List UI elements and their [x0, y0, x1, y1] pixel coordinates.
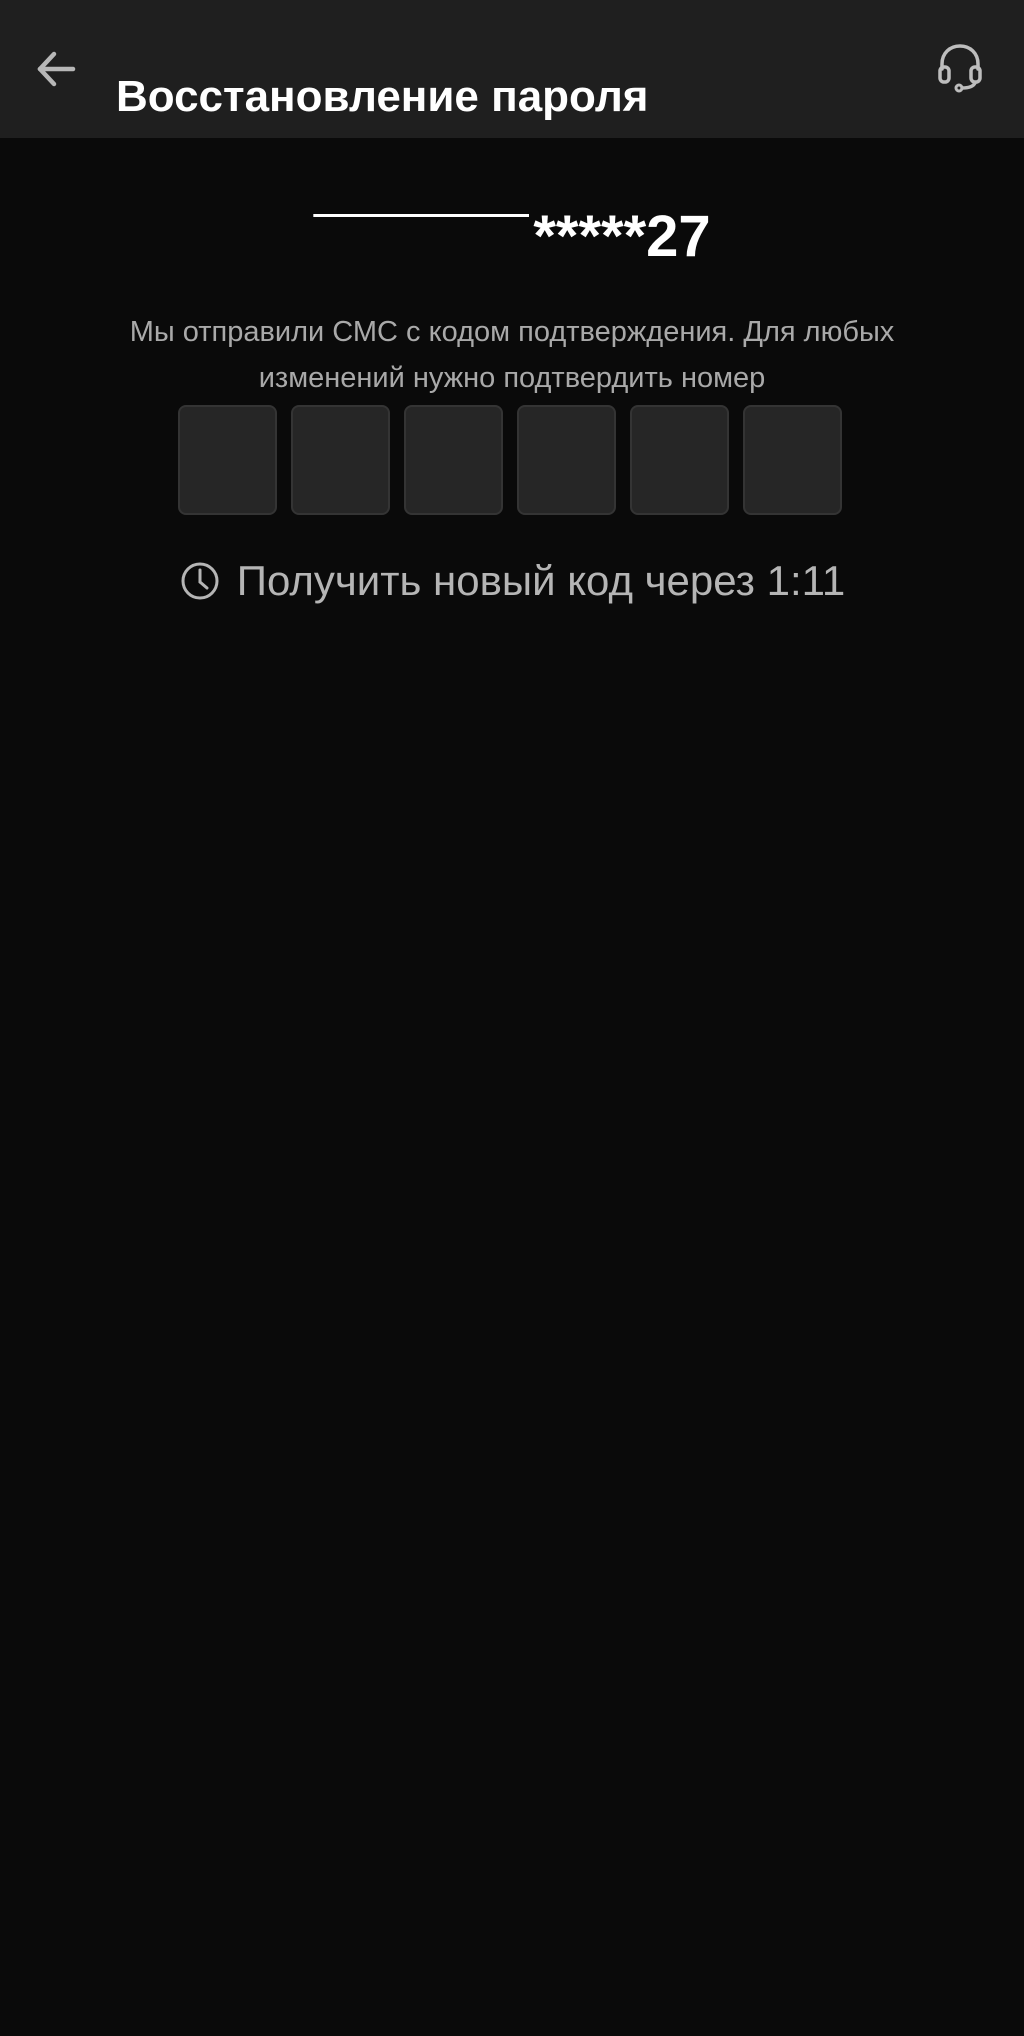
code-digit-4[interactable] [517, 405, 616, 515]
masked-phone-number: *****27 [0, 200, 1024, 274]
code-digit-6[interactable] [743, 405, 842, 515]
verification-code-input[interactable] [178, 405, 842, 515]
resend-code-timer: Получить новый код через 1:11 [0, 556, 1024, 606]
page-title: Восстановление пароля [116, 72, 649, 122]
resend-code-text: Получить новый код через 1:11 [236, 557, 846, 604]
support-button[interactable] [924, 29, 996, 105]
code-digit-1[interactable] [178, 405, 277, 515]
code-digit-5[interactable] [630, 405, 729, 515]
phone-redaction [313, 214, 530, 260]
sms-instruction: Мы отправили СМС с кодом подтверждения. … [129, 316, 895, 394]
clock-icon [179, 560, 221, 602]
back-button[interactable] [22, 31, 90, 107]
arrow-left-icon [37, 51, 76, 87]
masked-phone-visible-part: *****27 [533, 204, 711, 269]
headset-icon [938, 44, 982, 93]
code-digit-3[interactable] [404, 405, 503, 515]
app-bar: Восстановление пароля [0, 0, 1024, 138]
code-digit-2[interactable] [291, 405, 390, 515]
